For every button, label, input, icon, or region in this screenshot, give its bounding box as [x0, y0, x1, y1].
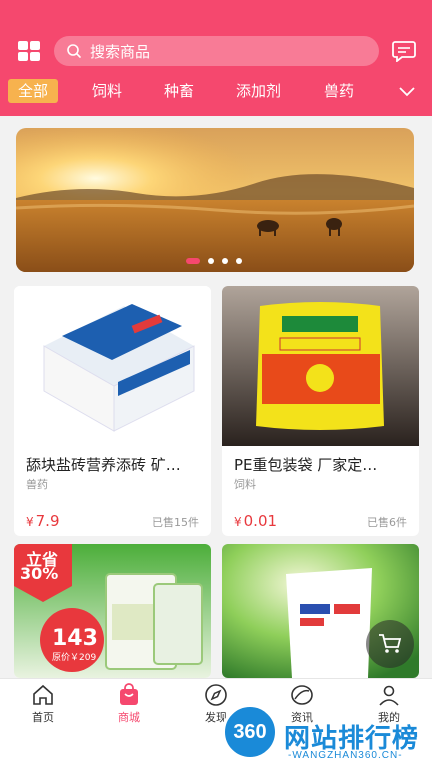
banner-dot[interactable]	[236, 258, 242, 264]
category-grid-icon[interactable]	[18, 41, 40, 61]
product-title: PE重包装袋 厂家定…	[234, 456, 378, 474]
tab-breeding[interactable]: 种畜	[164, 79, 194, 103]
banner-image	[16, 128, 414, 272]
search-input[interactable]: 搜索商品	[54, 36, 379, 66]
home-icon	[33, 684, 53, 705]
banner-dot-active[interactable]	[186, 258, 200, 264]
product-sold-count: 已售6件	[367, 516, 407, 529]
promo-price: 143	[52, 626, 98, 651]
banner-dot[interactable]	[208, 258, 214, 264]
tab-all[interactable]: 全部	[8, 79, 59, 103]
banner-carousel[interactable]	[16, 128, 414, 272]
product-sold-count: 已售15件	[152, 516, 199, 529]
product-price: ¥7.9	[26, 512, 60, 530]
tab-feed[interactable]: 饲料	[92, 79, 122, 103]
compass-icon	[205, 684, 227, 706]
banner-dot[interactable]	[222, 258, 228, 264]
product-card[interactable]: 舔块盐砖营养添砖 矿… 兽药 ¥7.9 已售15件	[14, 286, 211, 536]
news-icon	[291, 685, 313, 705]
product-image	[222, 286, 419, 446]
product-category: 饲料	[234, 478, 256, 491]
app-header: 搜索商品 全部 饲料 种畜 添加剂 兽药	[0, 0, 432, 116]
message-icon[interactable]	[392, 40, 416, 62]
search-icon	[67, 44, 81, 58]
banner-dots	[186, 258, 242, 264]
category-tabs: 全部 饲料 种畜 添加剂 兽药	[0, 76, 432, 106]
product-image	[14, 286, 211, 446]
search-placeholder: 搜索商品	[90, 42, 151, 61]
product-category: 兽药	[26, 478, 48, 491]
cart-button[interactable]	[366, 620, 414, 668]
watermark-subtitle: -WANGZHAN360.CN-	[288, 750, 403, 761]
chevron-down-icon[interactable]	[398, 82, 416, 100]
tab-home[interactable]: 首页	[13, 683, 73, 725]
tab-vet-medicine[interactable]: 兽药	[324, 79, 354, 103]
promo-badge-percent: 30%	[20, 564, 59, 583]
tab-shop[interactable]: 商城	[99, 683, 159, 725]
shop-bag-icon	[120, 683, 138, 705]
watermark-logo: 360	[222, 704, 278, 760]
cart-icon	[379, 634, 402, 653]
tab-additives[interactable]: 添加剂	[236, 79, 281, 103]
product-title: 舔块盐砖营养添砖 矿…	[26, 456, 181, 474]
promo-original-price: 原价￥209	[52, 653, 97, 663]
user-icon	[379, 685, 399, 706]
product-card[interactable]: 立省 30% 143 原价￥209	[14, 544, 211, 678]
product-card[interactable]: PE重包装袋 厂家定… 饲料 ¥0.01 已售6件	[222, 286, 419, 536]
product-price: ¥0.01	[234, 512, 278, 530]
